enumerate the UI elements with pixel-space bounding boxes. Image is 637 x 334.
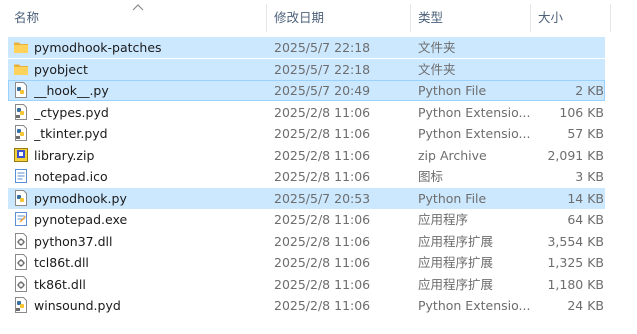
file-name: pymodhook.py [34,190,127,206]
file-date: 2025/5/7 20:49 [274,83,371,98]
file-size: 24 KB [567,298,604,313]
python-extension-icon [13,103,29,120]
file-name: pyobject [34,61,88,77]
file-name: python37.dll [34,233,113,249]
file-row[interactable]: _ctypes.pyd 2025/2/8 11:06 Python Extensio… [8,102,605,123]
dll-file-icon [13,254,29,270]
file-row[interactable]: _tkinter.pyd 2025/2/8 11:06 Python Extensi… [8,123,605,144]
file-date: 2025/2/8 11:06 [274,233,371,249]
file-size: 3 KB [575,169,604,184]
file-date: 2025/2/8 11:06 [274,298,371,313]
file-size: 57 KB [567,126,604,141]
column-divider[interactable] [610,4,611,32]
file-name: tk86t.dll [34,276,86,292]
file-type: Python Extensio... [418,298,530,313]
column-divider[interactable] [266,4,267,32]
file-date: 2025/2/8 11:06 [274,276,371,292]
file-type: 文件夹 [418,40,456,55]
file-size: 1,180 KB [547,276,604,292]
file-size: 2,091 KB [547,147,604,163]
file-row[interactable]: pymodhook.py 2025/5/7 20:53 Python File 14 … [8,187,605,209]
file-size: 64 KB [567,212,604,227]
file-type: 应用程序扩展 [418,255,494,270]
notepad-ico-icon [13,168,29,184]
file-date: 2025/2/8 11:06 [274,169,371,184]
file-row[interactable]: __hook__.py 2025/5/7 20:49 Python File 2 KB [8,80,605,101]
file-type: zip Archive [418,147,487,163]
file-size: 3,554 KB [547,233,604,249]
dll-file-icon [13,232,29,249]
file-date: 2025/5/7 22:18 [274,61,371,77]
file-name: notepad.ico [34,169,108,184]
file-type: Python Extensio... [418,126,530,141]
file-row[interactable]: python37.dll 2025/2/8 11:06 应用程序扩展 3,554 KB [8,231,605,252]
column-header-bar: 名称 修改日期 类型 大小 [0,0,637,36]
file-type: 文件夹 [418,61,456,77]
file-type: 图标 [418,169,444,184]
file-size: 1,325 KB [547,255,604,270]
column-header-size[interactable]: 大小 [538,0,563,36]
python-extension-icon [13,125,29,141]
file-name: tcl86t.dll [34,255,89,270]
notepad-exe-icon [13,211,29,227]
column-header-type[interactable]: 类型 [418,0,443,36]
file-name: pymodhook-patches [34,40,162,55]
file-type: 应用程序扩展 [418,276,494,292]
folder-icon [13,39,29,55]
file-type: Python File [418,83,487,98]
file-size [528,37,604,58]
python-file-icon [13,82,29,98]
file-name: pynotepad.exe [34,212,128,227]
file-size: 106 KB [559,104,604,120]
file-size: 14 KB [567,190,604,206]
zip-archive-icon [13,147,29,163]
file-size: 2 KB [575,83,604,98]
file-row[interactable]: tk86t.dll 2025/2/8 11:06 应用程序扩展 1,180 KB [8,274,605,295]
file-date: 2025/2/8 11:06 [274,212,371,227]
file-row[interactable]: winsound.pyd 2025/2/8 11:06 Python Extensi… [8,295,605,316]
file-date: 2025/2/8 11:06 [274,126,371,141]
column-divider[interactable] [530,4,531,32]
column-header-date[interactable]: 修改日期 [274,0,324,36]
file-name: winsound.pyd [34,298,121,313]
file-row[interactable]: tcl86t.dll 2025/2/8 11:06 应用程序扩展 1,325 KB [8,252,605,273]
file-date: 2025/2/8 11:06 [274,104,371,120]
dll-file-icon [13,275,29,292]
file-name: _tkinter.pyd [34,126,108,141]
folder-icon [13,61,29,77]
file-row[interactable]: notepad.ico 2025/2/8 11:06 图标 3 KB [8,166,605,187]
file-type: Python Extensio... [418,104,530,120]
file-row[interactable]: library.zip 2025/2/8 11:06 zip Archive 2,09… [8,145,605,166]
file-name: __hook__.py [34,83,109,98]
file-name: _ctypes.pyd [34,104,109,120]
python-extension-icon [13,297,29,313]
file-date: 2025/2/8 11:06 [274,255,371,270]
file-type: 应用程序扩展 [418,233,494,249]
file-name: library.zip [34,147,95,163]
column-header-name[interactable]: 名称 [14,0,39,36]
file-date: 2025/5/7 20:53 [274,190,371,206]
file-type: 应用程序 [418,212,469,227]
file-date: 2025/2/8 11:06 [274,147,371,163]
sort-ascending-icon [132,4,144,11]
file-row[interactable]: pyobject 2025/5/7 22:18 文件夹 [8,58,605,80]
file-row[interactable]: pynotepad.exe 2025/2/8 11:06 应用程序 64 KB [8,209,605,230]
file-date: 2025/5/7 22:18 [274,40,371,55]
python-file-icon [13,189,29,206]
file-type: Python File [418,190,487,206]
file-size [528,59,604,80]
file-row[interactable]: pymodhook-patches 2025/5/7 22:18 文件夹 [8,37,605,58]
column-divider[interactable] [410,4,411,32]
